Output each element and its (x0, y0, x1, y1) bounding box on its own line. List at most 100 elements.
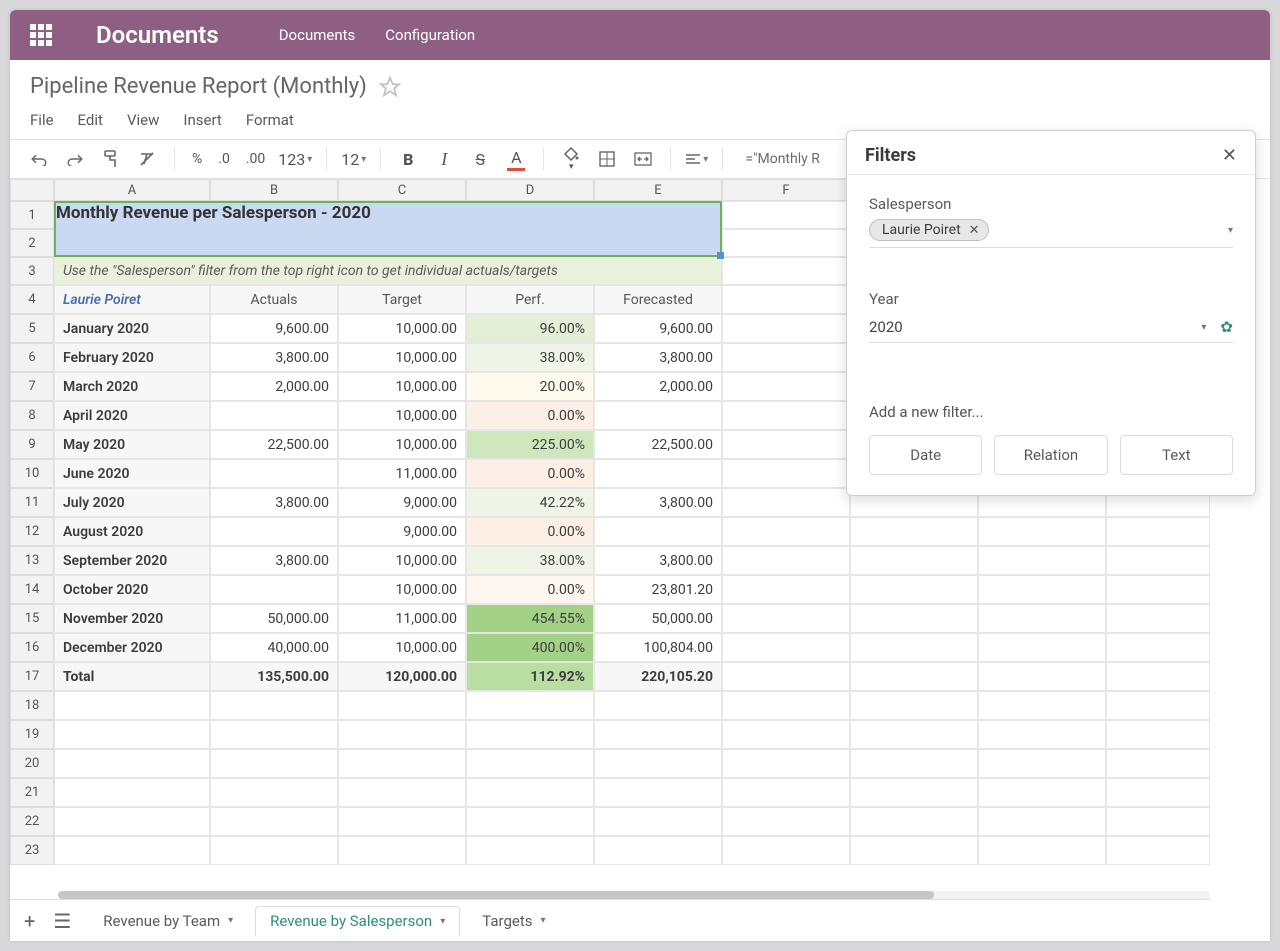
empty-cell[interactable] (850, 662, 978, 691)
perf-cell[interactable]: 38.00% (466, 343, 594, 372)
empty-cell[interactable] (978, 633, 1106, 662)
empty-cell[interactable] (1106, 633, 1210, 662)
empty-cell[interactable] (722, 430, 850, 459)
month-cell[interactable]: July 2020 (54, 488, 210, 517)
empty-cell[interactable] (850, 691, 978, 720)
empty-cell[interactable] (978, 517, 1106, 546)
scrollbar-thumb[interactable] (58, 891, 934, 899)
row-header[interactable]: 20 (10, 749, 54, 778)
empty-cell[interactable] (722, 691, 850, 720)
column-label-cell[interactable]: Actuals (210, 285, 338, 314)
year-filter-value[interactable]: 2020 (869, 318, 903, 336)
text-color-button[interactable]: A (503, 146, 529, 172)
percent-format-button[interactable]: % (189, 151, 205, 167)
empty-cell[interactable] (338, 691, 466, 720)
perf-cell[interactable]: 20.00% (466, 372, 594, 401)
total-perf-cell[interactable]: 112.92% (466, 662, 594, 691)
empty-cell[interactable] (1106, 604, 1210, 633)
empty-cell[interactable] (978, 575, 1106, 604)
caret-down-icon[interactable]: ▾ (541, 915, 546, 926)
perf-cell[interactable]: 454.55% (466, 604, 594, 633)
menu-edit[interactable]: Edit (78, 111, 103, 129)
close-icon[interactable]: ✕ (1222, 145, 1237, 166)
row-header[interactable]: 15 (10, 604, 54, 633)
empty-cell[interactable] (1106, 691, 1210, 720)
row-header[interactable]: 18 (10, 691, 54, 720)
forecast-cell[interactable]: 3,800.00 (594, 546, 722, 575)
hint-cell[interactable]: Use the "Salesperson" filter from the to… (54, 257, 722, 285)
caret-down-icon[interactable]: ▾ (1201, 322, 1206, 333)
forecast-cell[interactable]: 50,000.00 (594, 604, 722, 633)
bold-button[interactable]: B (395, 146, 421, 172)
empty-cell[interactable] (722, 314, 850, 343)
perf-cell[interactable]: 400.00% (466, 633, 594, 662)
empty-cell[interactable] (722, 575, 850, 604)
empty-cell[interactable] (850, 749, 978, 778)
empty-cell[interactable] (466, 836, 594, 865)
empty-cell[interactable] (594, 691, 722, 720)
empty-cell[interactable] (338, 836, 466, 865)
add-sheet-icon[interactable]: + (24, 909, 35, 933)
empty-cell[interactable] (722, 488, 850, 517)
empty-cell[interactable] (466, 807, 594, 836)
month-cell[interactable]: November 2020 (54, 604, 210, 633)
row-header[interactable]: 17 (10, 662, 54, 691)
empty-cell[interactable] (1106, 749, 1210, 778)
empty-cell[interactable] (978, 662, 1106, 691)
empty-cell[interactable] (210, 691, 338, 720)
nav-documents[interactable]: Documents (279, 26, 356, 44)
column-header[interactable]: A (54, 179, 210, 201)
menu-format[interactable]: Format (246, 111, 294, 129)
actuals-cell[interactable]: 2,000.00 (210, 372, 338, 401)
doc-title[interactable]: Pipeline Revenue Report (Monthly) (30, 74, 367, 99)
actuals-cell[interactable] (210, 401, 338, 430)
forecast-cell[interactable]: 22,500.00 (594, 430, 722, 459)
column-label-cell[interactable]: Perf. (466, 285, 594, 314)
row-header[interactable]: 9 (10, 430, 54, 459)
clear-format-icon[interactable] (134, 146, 160, 172)
selection-handle[interactable] (717, 252, 724, 259)
empty-cell[interactable] (594, 720, 722, 749)
forecast-cell[interactable]: 3,800.00 (594, 488, 722, 517)
empty-cell[interactable] (338, 807, 466, 836)
row-header[interactable]: 21 (10, 778, 54, 807)
sheet-tab[interactable]: Revenue by Team▾ (89, 906, 247, 936)
forecast-cell[interactable] (594, 459, 722, 488)
empty-cell[interactable] (1106, 836, 1210, 865)
empty-cell[interactable] (594, 807, 722, 836)
target-cell[interactable]: 9,000.00 (338, 488, 466, 517)
add-date-filter-button[interactable]: Date (869, 435, 982, 475)
row-header[interactable]: 2 (10, 229, 54, 257)
empty-cell[interactable] (594, 749, 722, 778)
sheet-tab[interactable]: Targets▾ (468, 906, 559, 936)
forecast-cell[interactable]: 9,600.00 (594, 314, 722, 343)
favorite-star-icon[interactable] (379, 76, 401, 98)
undo-icon[interactable] (26, 146, 52, 172)
row-header[interactable]: 8 (10, 401, 54, 430)
actuals-cell[interactable]: 9,600.00 (210, 314, 338, 343)
target-cell[interactable]: 10,000.00 (338, 633, 466, 662)
empty-cell[interactable] (1106, 720, 1210, 749)
caret-down-icon[interactable]: ▾ (228, 915, 233, 926)
actuals-cell[interactable]: 3,800.00 (210, 488, 338, 517)
target-cell[interactable]: 11,000.00 (338, 604, 466, 633)
empty-cell[interactable] (210, 778, 338, 807)
chip-remove-icon[interactable]: ✕ (969, 223, 980, 238)
row-header[interactable]: 16 (10, 633, 54, 662)
empty-cell[interactable] (1106, 575, 1210, 604)
font-size-dropdown[interactable]: 12▾ (341, 150, 366, 169)
month-cell[interactable]: August 2020 (54, 517, 210, 546)
empty-cell[interactable] (850, 720, 978, 749)
empty-cell[interactable] (722, 285, 850, 314)
empty-cell[interactable] (338, 749, 466, 778)
column-header[interactable]: E (594, 179, 722, 201)
total-target-cell[interactable]: 120,000.00 (338, 662, 466, 691)
month-cell[interactable]: September 2020 (54, 546, 210, 575)
empty-cell[interactable] (978, 778, 1106, 807)
empty-cell[interactable] (54, 807, 210, 836)
empty-cell[interactable] (978, 604, 1106, 633)
empty-cell[interactable] (978, 691, 1106, 720)
empty-cell[interactable] (722, 546, 850, 575)
empty-cell[interactable] (1106, 662, 1210, 691)
actuals-cell[interactable]: 22,500.00 (210, 430, 338, 459)
